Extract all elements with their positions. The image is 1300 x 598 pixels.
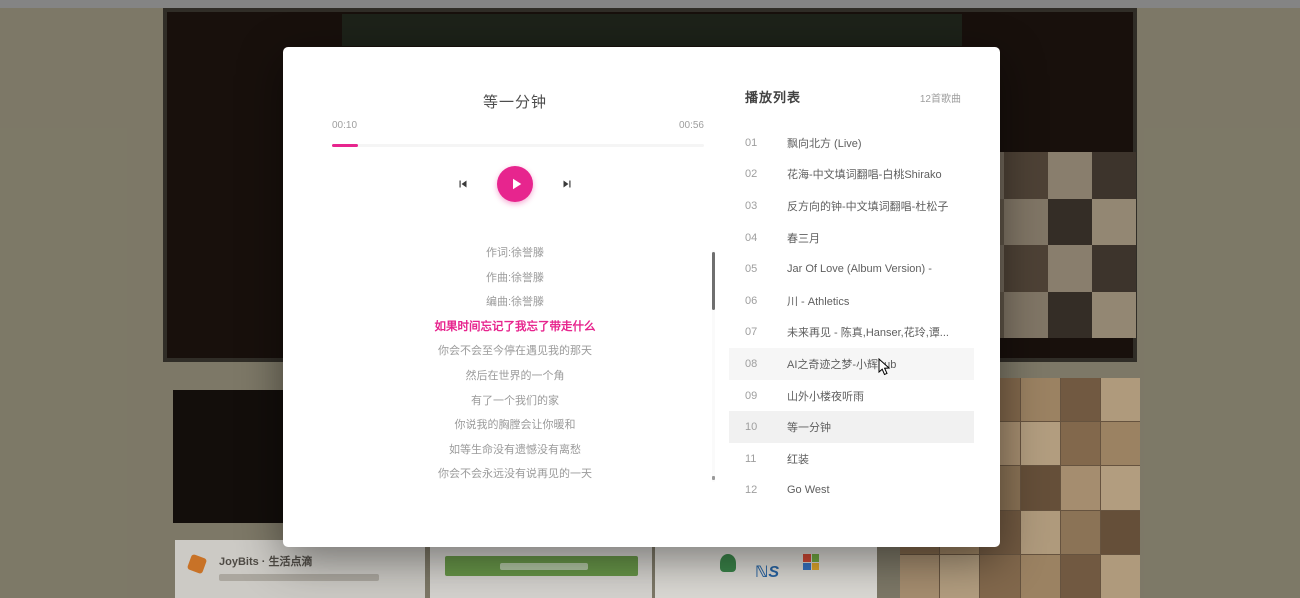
lyrics-scrollbar[interactable]: [712, 250, 715, 482]
playlist-item-number: 01: [745, 137, 771, 149]
playlist-item-number: 08: [745, 358, 771, 370]
playlist-item-title: 反方向的钟-中文填词翻唱-杜松子: [787, 198, 948, 214]
lyric-line: 编曲:徐誉滕: [315, 290, 715, 315]
playlist-item[interactable]: 02 花海-中文填词翻唱-白桃Shirako: [729, 159, 974, 191]
playlist-item[interactable]: 07 未来再见 - 陈真,Hanser,花玲,谭...: [729, 317, 974, 349]
playlist-item-title: 飘向北方 (Live): [787, 135, 862, 151]
playlist-item-number: 02: [745, 168, 771, 180]
lyric-line: 如等生命没有遗憾没有离愁: [315, 438, 715, 463]
playlist-item[interactable]: 04 春三月: [729, 222, 974, 254]
playlist-item-title: 未来再见 - 陈真,Hanser,花玲,谭...: [787, 324, 949, 340]
lyrics-scrollbar-end: [712, 476, 715, 480]
playlist-count: 12首歌曲: [920, 90, 961, 105]
progress-fill: [332, 144, 358, 147]
playlist-header: 播放列表 12首歌曲: [745, 87, 961, 106]
playlist: 01 飘向北方 (Live) 02 花海-中文填词翻唱-白桃Shirako 03…: [729, 127, 974, 506]
lyric-line: 你说我的胸膛会让你暖和: [315, 413, 715, 438]
player-controls: [283, 166, 747, 202]
time-row: 00:10 00:56: [332, 120, 704, 131]
playlist-item-title: 春三月: [787, 230, 820, 246]
playlist-item-title: Go West: [787, 484, 830, 496]
playlist-item[interactable]: 05 Jar Of Love (Album Version) -: [729, 253, 974, 285]
lyric-line: 你会不会至今停在遇见我的那天: [315, 339, 715, 364]
lyrics-panel[interactable]: 作词:徐誉滕 作曲:徐誉滕 编曲:徐誉滕 如果时间忘记了我忘了带走什么 你会不会…: [315, 241, 715, 487]
playlist-title: 播放列表: [745, 87, 801, 106]
playlist-item[interactable]: 11 红装: [729, 443, 974, 475]
song-title: 等一分钟: [283, 91, 747, 112]
lyric-line: 有了一个我们的家: [315, 389, 715, 414]
duration-time: 00:56: [679, 120, 704, 131]
playlist-item[interactable]: 12 Go West: [729, 475, 974, 507]
skip-previous-icon: [456, 177, 470, 191]
playlist-item[interactable]: 03 反方向的钟-中文填词翻唱-杜松子: [729, 190, 974, 222]
play-button[interactable]: [497, 166, 533, 202]
playlist-item-title: 川 - Athletics: [787, 293, 849, 309]
playlist-item-title: 山外小楼夜听雨: [787, 388, 864, 404]
playlist-item-title: Jar Of Love (Album Version) -: [787, 263, 932, 275]
lyric-line: 如果时间忘记了我忘了带走什么: [315, 315, 715, 340]
play-icon: [507, 175, 525, 193]
playlist-item-number: 10: [745, 421, 771, 433]
playlist-item-number: 12: [745, 484, 771, 496]
playlist-item-number: 05: [745, 263, 771, 275]
playlist-item-title: 等一分钟: [787, 419, 831, 435]
playlist-item-title: 花海-中文填词翻唱-白桃Shirako: [787, 166, 942, 182]
previous-track-button[interactable]: [455, 176, 471, 192]
music-player-modal: 等一分钟 00:10 00:56 作词:徐誉滕 作曲:徐誉滕 编曲:徐誉滕 如果…: [283, 47, 1000, 547]
lyric-line: 你会不会永远没有说再见的一天: [315, 462, 715, 487]
elapsed-time: 00:10: [332, 120, 357, 131]
lyric-line: 作曲:徐誉滕: [315, 266, 715, 291]
playlist-item-title: 红装: [787, 451, 809, 467]
playlist-item[interactable]: 01 飘向北方 (Live): [729, 127, 974, 159]
playlist-item[interactable]: 09 山外小楼夜听雨: [729, 380, 974, 412]
playlist-item-number: 03: [745, 200, 771, 212]
progress-bar[interactable]: [332, 144, 704, 147]
playlist-item-number: 07: [745, 326, 771, 338]
playlist-item[interactable]: 08 AI之奇迹之梦-小辉pub: [729, 348, 974, 380]
lyrics-scrollbar-thumb[interactable]: [712, 252, 715, 310]
mouse-cursor: [878, 358, 892, 376]
lyric-line: 然后在世界的一个角: [315, 364, 715, 389]
skip-next-icon: [560, 177, 574, 191]
playlist-item-number: 06: [745, 295, 771, 307]
playlist-item-number: 09: [745, 390, 771, 402]
playlist-item-number: 04: [745, 232, 771, 244]
playlist-item[interactable]: 10 等一分钟: [729, 411, 974, 443]
next-track-button[interactable]: [559, 176, 575, 192]
playlist-item[interactable]: 06 川 - Athletics: [729, 285, 974, 317]
playlist-item-number: 11: [745, 453, 771, 465]
lyric-line: 作词:徐誉滕: [315, 241, 715, 266]
